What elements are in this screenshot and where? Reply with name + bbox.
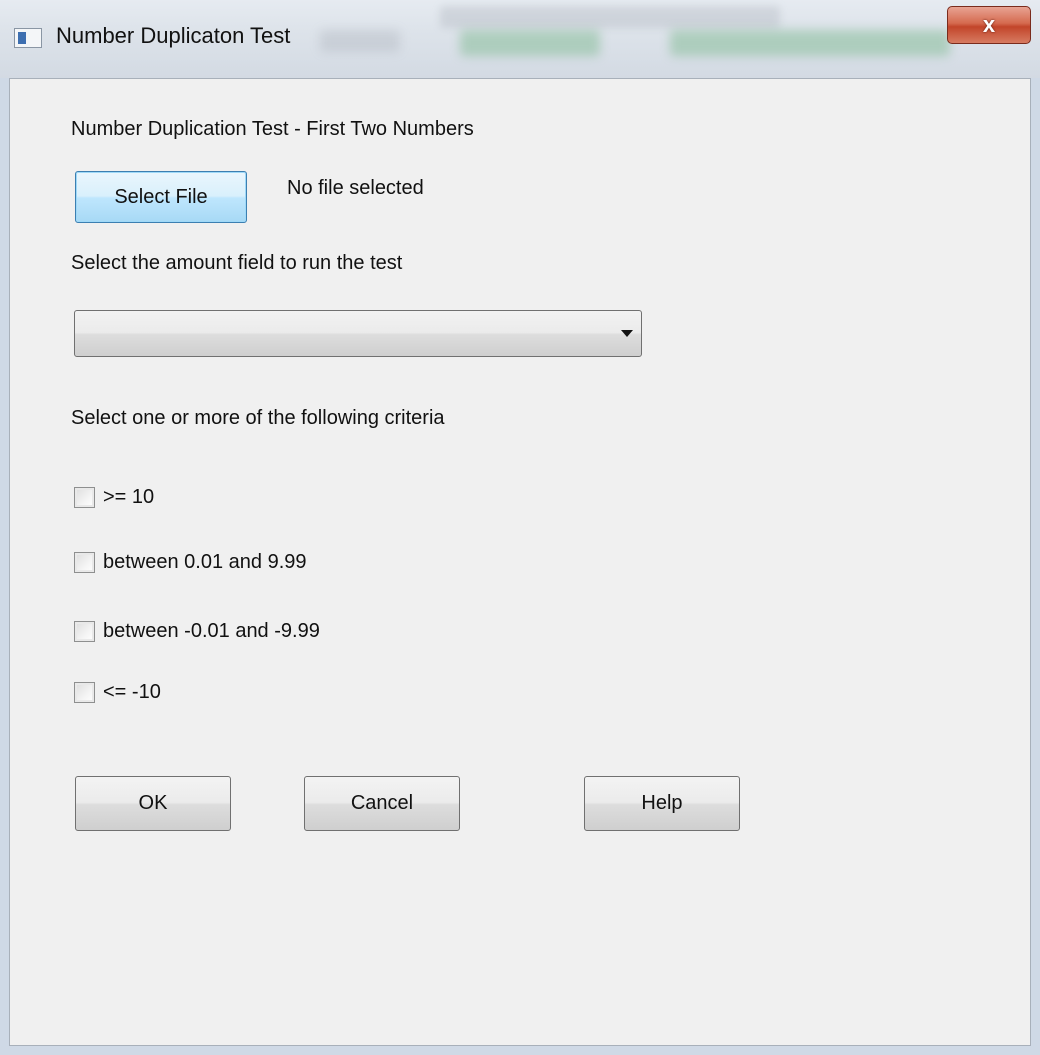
criteria-label: >= 10 [103,486,155,508]
app-icon [14,28,42,48]
criteria-label: between -0.01 and -9.99 [103,620,320,642]
criteria-label: <= -10 [103,681,161,703]
criteria-checkbox-le-neg-10[interactable]: <= -10 [74,681,161,704]
amount-field-prompt: Select the amount field to run the test [71,252,403,274]
close-icon: x [982,12,996,37]
cancel-button[interactable]: Cancel [304,776,460,831]
checkbox[interactable] [74,552,95,573]
background-blur [440,6,780,28]
checkbox[interactable] [74,487,95,508]
checkbox[interactable] [74,621,95,642]
amount-field-dropdown[interactable] [74,310,642,357]
close-button[interactable]: x [947,6,1031,44]
ok-button[interactable]: OK [75,776,231,831]
background-blur [320,30,400,52]
chevron-down-icon [621,330,633,337]
criteria-checkbox-positive-range[interactable]: between 0.01 and 9.99 [74,551,307,574]
criteria-prompt: Select one or more of the following crit… [71,407,445,429]
window-title: Number Duplicaton Test [56,23,291,48]
criteria-checkbox-negative-range[interactable]: between -0.01 and -9.99 [74,620,320,643]
background-blur [460,30,600,56]
criteria-label: between 0.01 and 9.99 [103,551,307,573]
file-status-text: No file selected [287,177,424,199]
background-blur [670,30,950,56]
dialog-heading: Number Duplication Test - First Two Numb… [71,118,474,140]
title-bar[interactable]: Number Duplicaton Test x [0,0,1040,78]
checkbox[interactable] [74,682,95,703]
select-file-button[interactable]: Select File [75,171,247,223]
help-button[interactable]: Help [584,776,740,831]
dialog-window: Number Duplicaton Test x Number Duplicat… [0,0,1040,1055]
dialog-body: Number Duplication Test - First Two Numb… [9,78,1031,1046]
criteria-checkbox-ge-10[interactable]: >= 10 [74,486,154,509]
